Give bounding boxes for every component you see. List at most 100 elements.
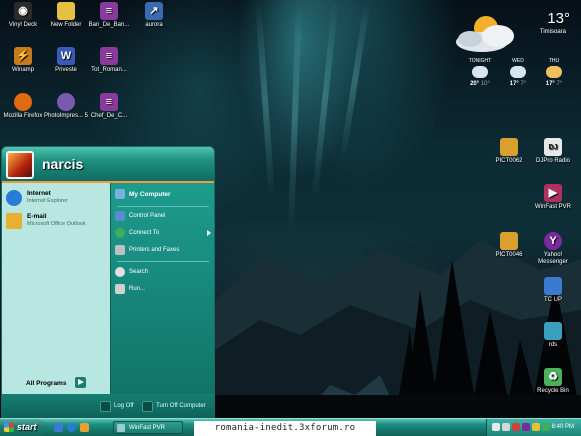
pinned-internet[interactable]: Internet Internet Explorer xyxy=(6,189,106,211)
desktop-icon-pict0062[interactable]: PICT0062 xyxy=(486,138,532,165)
desktop-icon-chef-de-c[interactable]: ≡ Chef_De_C... xyxy=(86,93,132,120)
update-icon[interactable] xyxy=(532,423,540,431)
desktop-icon-tot-roman[interactable]: ≡ Tot_Roman... xyxy=(86,47,132,74)
desktop-icon-label: PICT0062 xyxy=(495,158,523,164)
network-icon[interactable] xyxy=(492,423,500,431)
desktop-icon-recycle-bin[interactable]: ♻ Recycle Bin xyxy=(530,368,576,395)
desktop-icon-photoimpression[interactable]: PhotoImpres... 5 xyxy=(43,93,89,120)
weather-gadget[interactable]: 13° Timisoara TONIGHT 20° 10° WED 17° 7°… xyxy=(452,8,576,98)
forecast-tonight: TONIGHT 20° 10° xyxy=(464,58,496,87)
rain-cloud-icon xyxy=(472,66,488,78)
start-menu-header: narcis xyxy=(2,147,214,183)
desktop-icon-label: Ban_De_Ban... xyxy=(88,22,130,28)
volume-icon[interactable] xyxy=(502,423,510,431)
desktop-icon-yahoo-messenger[interactable]: Y Yahoo! Messenger xyxy=(530,232,576,266)
forecast-temps: 17° 7° xyxy=(538,81,570,87)
task-label: WinFast PVR xyxy=(129,425,166,431)
pinned-title: Internet xyxy=(27,190,51,197)
desktop-icon-label: TC UP xyxy=(544,297,562,303)
system-tray: 8:40 PM xyxy=(486,419,581,436)
taskbar-button-winfast-pvr[interactable]: WinFast PVR xyxy=(113,421,183,434)
antivirus-icon[interactable] xyxy=(512,423,520,431)
printer-icon xyxy=(115,245,125,255)
desktop-icon-label: Winamp xyxy=(11,67,34,73)
power-icon xyxy=(142,401,153,412)
forecast-low: 7° xyxy=(520,81,527,87)
yahoo-messenger-icon: Y xyxy=(544,232,562,250)
desktop-icon-label: aurora xyxy=(145,22,163,28)
log-off-icon xyxy=(100,401,111,412)
menu-item-label: My Computer xyxy=(129,191,171,198)
divider xyxy=(117,206,209,207)
desktop-icon-pict0046[interactable]: PICT0046 xyxy=(486,232,532,259)
desktop-icon-label: Yahoo! Messenger xyxy=(538,252,568,265)
menu-item-connect-to[interactable]: Connect To xyxy=(115,227,213,240)
winrar-archive-icon: ≡ xyxy=(100,93,118,111)
security-icon[interactable] xyxy=(542,423,550,431)
log-off-label: Log Off xyxy=(114,403,134,409)
winfast-pvr-icon: ▶ xyxy=(544,184,562,202)
desktop-icon-ban-de-ban[interactable]: ≡ Ban_De_Ban... xyxy=(86,2,132,29)
all-programs-label[interactable]: All Programs xyxy=(26,380,66,387)
current-temperature: 13° xyxy=(547,10,570,27)
desktop-icon-vinyl-deck[interactable]: ◉ Vinyl Deck xyxy=(0,2,46,29)
forecast-high: 17° xyxy=(509,81,519,87)
forecast-day: WED xyxy=(512,58,524,64)
desktop-icon-tc-up[interactable]: TC UP xyxy=(530,277,576,304)
user-name: narcis xyxy=(42,156,84,172)
menu-item-label: Control Panel xyxy=(129,213,166,219)
forecast-temps: 20° 10° xyxy=(464,81,496,87)
desktop-icon-label: Chef_De_C... xyxy=(90,113,128,119)
forecast-high: 20° xyxy=(470,81,480,87)
show-desktop-icon[interactable] xyxy=(54,423,63,432)
run-icon xyxy=(115,284,125,294)
rain-cloud-icon xyxy=(510,66,526,78)
winrar-archive-icon: ≡ xyxy=(100,47,118,65)
menu-item-control-panel[interactable]: Control Panel xyxy=(115,210,213,223)
image-file-icon xyxy=(500,232,518,250)
media-player-icon[interactable] xyxy=(80,423,89,432)
desktop-icon-label: DJPro Radio xyxy=(535,158,570,164)
messenger-icon[interactable] xyxy=(522,423,530,431)
pinned-email[interactable]: E-mail Microsoft Office Outlook xyxy=(6,212,106,234)
menu-item-search[interactable]: Search xyxy=(115,266,213,279)
forecast-thu: THU 17° 7° xyxy=(538,58,570,87)
desktop-icon-label: PhotoImpres... 5 xyxy=(43,113,89,119)
photoimpression-icon xyxy=(57,93,75,111)
connect-to-icon xyxy=(115,228,125,238)
menu-item-run[interactable]: Run... xyxy=(115,283,213,296)
desktop-icon-winfast-pvr[interactable]: ▶ WinFast PVR xyxy=(530,184,576,211)
all-programs-arrow-icon[interactable] xyxy=(75,377,86,388)
desktop-icon-new-folder[interactable]: New Folder xyxy=(43,2,89,29)
desktop-icon-aurora[interactable]: ↗ aurora xyxy=(131,2,177,29)
desktop-icon-label: Vinyl Deck xyxy=(8,22,38,28)
start-label: start xyxy=(17,422,37,432)
djpro-radio-icon: DJ xyxy=(544,138,562,156)
forecast-low: 10° xyxy=(480,81,490,87)
desktop-icon-label: Recycle Bin xyxy=(537,388,569,394)
desktop-icon-mozilla-firefox[interactable]: Mozilla Firefox xyxy=(0,93,46,120)
desktop[interactable]: ◉ Vinyl Deck New Folder ≡ Ban_De_Ban... … xyxy=(0,0,581,418)
firefox-icon xyxy=(14,93,32,111)
image-file-icon xyxy=(500,138,518,156)
desktop-icon-winamp[interactable]: ⚡ Winamp xyxy=(0,47,46,74)
word-document-icon: W xyxy=(57,47,75,65)
desktop-icon-djpro-radio[interactable]: DJ DJPro Radio xyxy=(530,138,576,165)
internet-explorer-icon[interactable] xyxy=(67,423,76,432)
menu-item-my-computer[interactable]: My Computer xyxy=(115,188,213,201)
turn-off-label: Turn Off Computer xyxy=(156,403,206,409)
desktop-icon-rds[interactable]: rds xyxy=(530,322,576,349)
forecast-high: 17° xyxy=(545,81,555,87)
menu-item-label: Search xyxy=(129,269,149,275)
menu-item-printers-faxes[interactable]: Printers and Faxes xyxy=(115,244,213,257)
desktop-icon-label: WinFast PVR xyxy=(534,204,571,210)
clock[interactable]: 8:40 PM xyxy=(552,424,574,430)
desktop-icon-priveste[interactable]: W Priveste xyxy=(43,47,89,74)
desktop-icon-label: Mozilla Firefox xyxy=(3,113,43,119)
windows-logo-icon xyxy=(4,423,14,432)
desktop-icon-label: PICT0046 xyxy=(495,252,523,258)
user-avatar[interactable] xyxy=(6,151,34,179)
start-menu-left-pane: Internet Internet Explorer E-mail Micros… xyxy=(2,183,110,408)
partly-sunny-icon xyxy=(546,66,562,78)
start-button[interactable]: start xyxy=(0,419,46,436)
